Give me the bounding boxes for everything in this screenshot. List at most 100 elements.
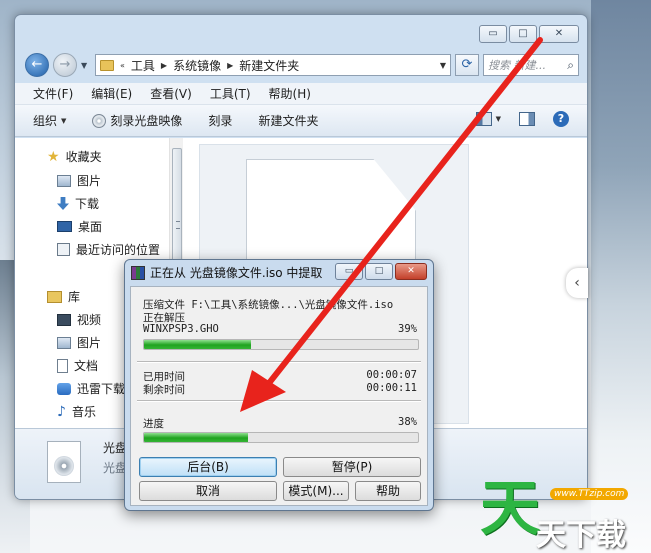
document-icon (57, 358, 68, 373)
progress-label: 进度 (143, 418, 164, 430)
breadcrumb-chevron-icon[interactable]: ▶ (227, 61, 233, 70)
new-folder-button[interactable]: 新建文件夹 (258, 112, 318, 129)
nav-item-lib-pictures[interactable]: 图片 (57, 334, 101, 351)
burn-disc-image-button[interactable]: 刻录光盘映像 (92, 112, 182, 129)
menu-edit[interactable]: 编辑(E) (91, 85, 132, 102)
elapsed-time: 00:00:07 (366, 369, 417, 381)
library-icon (47, 290, 62, 303)
nav-item-label: 文档 (74, 359, 99, 373)
nav-item-music[interactable]: ♪ 音乐 (57, 403, 96, 420)
breadcrumb-item-tools[interactable]: 工具 (131, 57, 155, 74)
organize-button[interactable]: 组织 ▼ (33, 112, 66, 129)
file-progress-bar (143, 339, 419, 350)
search-icon[interactable]: ⌕ (567, 58, 574, 73)
nav-favorites-label: 收藏夹 (65, 150, 102, 164)
help-button[interactable]: 帮助 (355, 481, 421, 501)
change-view-button[interactable]: ▼ (475, 112, 501, 126)
breadcrumb-overflow-icon[interactable]: « (120, 61, 125, 70)
menu-bar: 文件(F) 编辑(E) 查看(V) 工具(T) 帮助(H) (15, 83, 587, 105)
dialog-caption-buttons: ▭ □ ✕ (335, 263, 427, 280)
extract-dialog: 正在从 光盘镜像文件.iso 中提取 ▭ □ ✕ 压缩文件 F:\工具\系统镜像… (124, 259, 434, 511)
minimize-button[interactable]: ▭ (479, 25, 507, 43)
nav-libraries-label: 库 (68, 290, 81, 304)
toolbar-right: ▼ ? (475, 111, 569, 127)
dialog-title: 正在从 光盘镜像文件.iso 中提取 (150, 266, 323, 280)
total-percent: 38% (398, 416, 417, 428)
nav-item-desktop[interactable]: 桌面 (57, 218, 102, 235)
forward-button[interactable]: → (53, 53, 77, 77)
video-icon (57, 313, 71, 326)
menu-view[interactable]: 查看(V) (150, 85, 192, 102)
pictures-icon (57, 336, 71, 349)
mode-button[interactable]: 模式(M)... (283, 481, 349, 501)
dialog-close-button[interactable]: ✕ (395, 263, 427, 280)
chevron-down-icon: ▼ (495, 115, 501, 123)
organize-label: 组织 (33, 114, 58, 128)
nav-item-downloads[interactable]: 下载 (57, 195, 99, 212)
nav-item-label: 桌面 (78, 220, 103, 234)
remaining-time: 00:00:11 (366, 382, 417, 394)
nav-item-pictures[interactable]: 图片 (57, 172, 101, 189)
refresh-button[interactable]: ⟳ (455, 54, 479, 76)
pause-button[interactable]: 暂停(P) (283, 457, 421, 477)
burn-button[interactable]: 刻录 (208, 112, 232, 129)
total-progress-fill (144, 433, 249, 442)
file-percent: 39% (398, 323, 417, 335)
nav-item-label: 迅雷下载 (77, 382, 126, 396)
menu-help[interactable]: 帮助(H) (269, 85, 311, 102)
close-button[interactable]: ✕ (539, 25, 579, 43)
menu-tools[interactable]: 工具(T) (210, 85, 251, 102)
nav-item-recent-places[interactable]: 最近访问的位置 (57, 241, 160, 258)
pictures-icon (57, 174, 71, 187)
music-icon: ♪ (57, 403, 66, 420)
xunlei-icon (57, 382, 71, 395)
address-dropdown-icon[interactable]: ▼ (440, 61, 446, 70)
nav-item-label: 视频 (77, 313, 102, 327)
nav-item-videos[interactable]: 视频 (57, 311, 101, 328)
nav-libraries[interactable]: 库 (47, 288, 80, 305)
grip-icon (176, 221, 180, 229)
nav-item-documents[interactable]: 文档 (57, 357, 98, 374)
recent-places-icon (57, 243, 70, 256)
search-input[interactable]: 搜索 新建... ⌕ (483, 54, 579, 76)
breadcrumb-item-system-image[interactable]: 系统镜像 (173, 57, 221, 74)
download-icon (57, 197, 69, 210)
nav-favorites[interactable]: ★ 收藏夹 (47, 148, 102, 165)
desktop-icon (57, 221, 72, 232)
divider (137, 361, 421, 363)
view-icon (475, 112, 492, 126)
background-button[interactable]: 后台(B) (139, 457, 277, 477)
help-icon[interactable]: ? (553, 111, 569, 127)
disc-image-file-icon (47, 441, 81, 483)
watermark-brand: 天下载 (536, 518, 626, 553)
preview-pane-icon[interactable] (519, 112, 535, 126)
window-caption-buttons: ▭ □ ✕ (479, 25, 579, 43)
address-row: ← → ▼ « 工具 ▶ 系统镜像 ▶ 新建文件夹 ▼ ⟳ 搜索 新建... ⌕ (25, 51, 579, 79)
divider (137, 400, 421, 402)
dialog-title-bar: 正在从 光盘镜像文件.iso 中提取 (131, 264, 322, 281)
current-file-name: WINXPSP3.GHO (143, 323, 219, 335)
burn-label: 刻录 (208, 114, 233, 128)
nav-item-label: 音乐 (71, 405, 96, 419)
back-button[interactable]: ← (25, 53, 49, 77)
dialog-minimize-button[interactable]: ▭ (335, 263, 363, 280)
watermark-logo: 天 www.TTzip.com 天下载 (472, 474, 648, 553)
address-bar[interactable]: « 工具 ▶ 系统镜像 ▶ 新建文件夹 ▼ (95, 54, 451, 76)
chevron-left-icon[interactable]: ‹ (566, 268, 588, 298)
total-progress-bar (143, 432, 419, 443)
watermark-brand-big: 天 (480, 474, 540, 544)
cancel-button[interactable]: 取消 (139, 481, 277, 501)
command-bar: 组织 ▼ 刻录光盘映像 刻录 新建文件夹 ▼ ? (15, 105, 587, 137)
nav-item-xunlei-downloads[interactable]: 迅雷下载 (57, 380, 125, 397)
breadcrumb-chevron-icon[interactable]: ▶ (161, 61, 167, 70)
recent-pages-dropdown-icon[interactable]: ▼ (81, 61, 91, 70)
nav-item-label: 最近访问的位置 (76, 243, 161, 257)
dialog-maximize-button[interactable]: □ (365, 263, 393, 280)
desktop-wallpaper-right (591, 0, 651, 553)
remaining-label: 剩余时间 (143, 384, 185, 396)
menu-file[interactable]: 文件(F) (33, 85, 73, 102)
nav-item-label: 下载 (75, 197, 100, 211)
maximize-button[interactable]: □ (509, 25, 537, 43)
breadcrumb-item-new-folder[interactable]: 新建文件夹 (239, 57, 299, 74)
star-icon: ★ (47, 148, 60, 165)
